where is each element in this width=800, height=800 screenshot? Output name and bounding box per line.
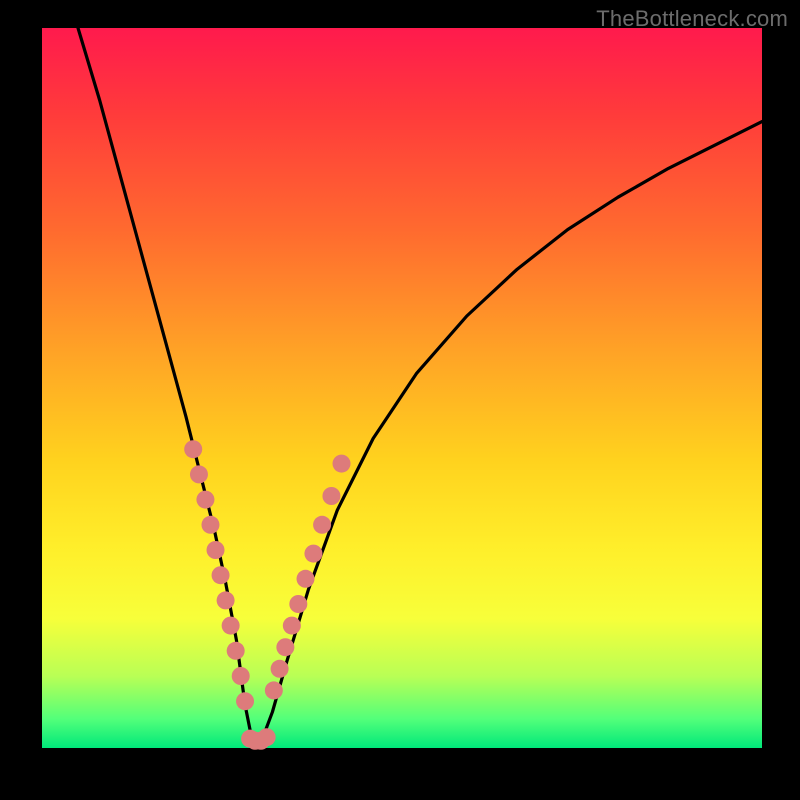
data-point [196, 491, 214, 509]
data-point [333, 455, 351, 473]
data-point [201, 516, 219, 534]
data-point [322, 487, 340, 505]
data-point [276, 638, 294, 656]
data-point [297, 570, 315, 588]
data-point [207, 541, 225, 559]
data-point [232, 667, 250, 685]
data-point [184, 440, 202, 458]
data-point [265, 681, 283, 699]
data-point [212, 566, 230, 584]
data-point [271, 660, 289, 678]
data-point [190, 465, 208, 483]
data-point [283, 617, 301, 635]
data-point [258, 728, 276, 746]
data-point [222, 617, 240, 635]
curve-svg [42, 28, 762, 748]
data-point [217, 591, 235, 609]
plot-area [42, 28, 762, 748]
data-point [313, 516, 331, 534]
data-point [304, 545, 322, 563]
curve-path [78, 28, 762, 741]
data-point [227, 642, 245, 660]
data-point [236, 692, 254, 710]
chart-stage: TheBottleneck.com [0, 0, 800, 800]
data-point [289, 595, 307, 613]
